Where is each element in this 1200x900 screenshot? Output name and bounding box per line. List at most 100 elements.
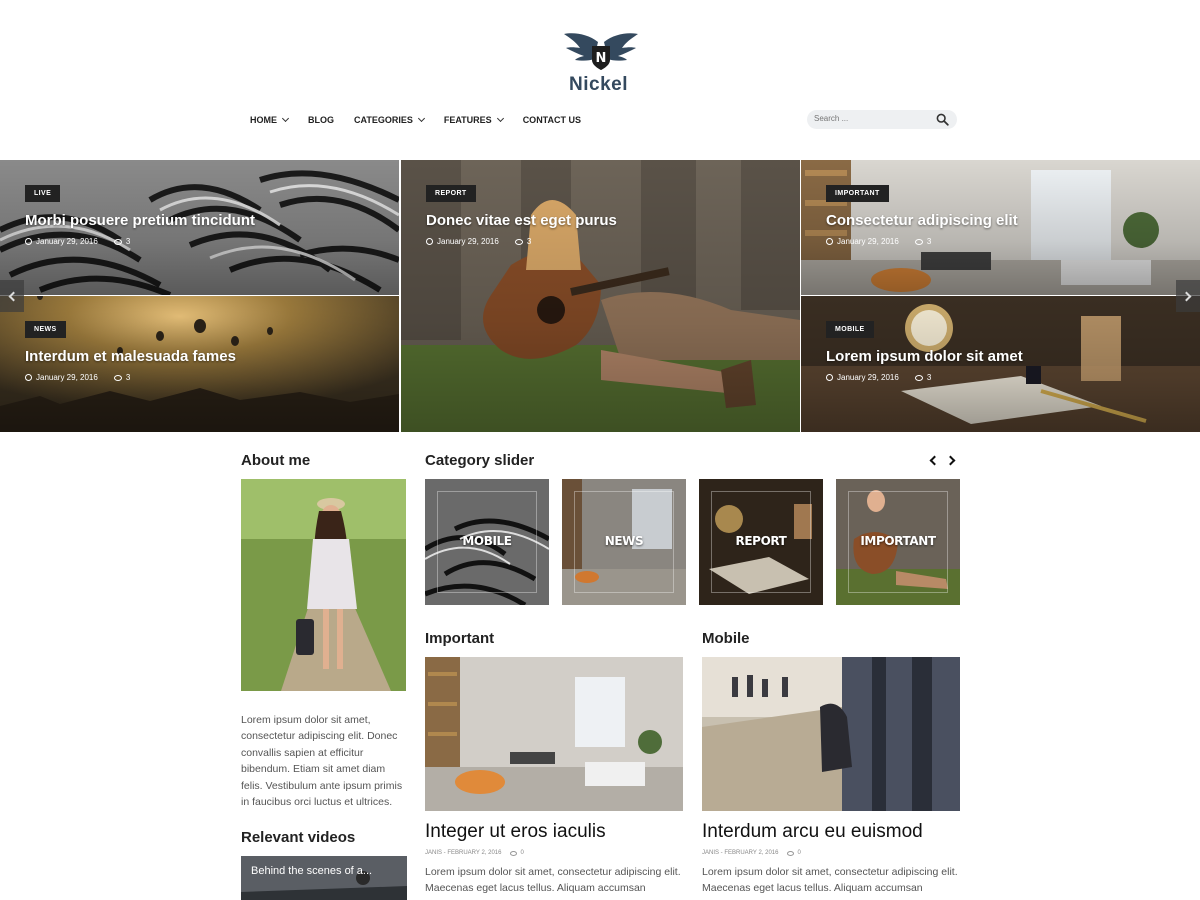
category-badge[interactable]: IMPORTANT xyxy=(826,185,889,202)
post-author-date: JANIS - FEBRUARY 2, 2016 xyxy=(702,850,779,856)
comment-icon xyxy=(113,238,122,245)
comment-count: 3 xyxy=(526,237,532,246)
search-input[interactable] xyxy=(814,114,932,123)
featured-post-tile[interactable]: MOBILE Lorem ipsum dolor sit amet Januar… xyxy=(801,296,1200,432)
chevron-down-icon xyxy=(281,114,290,123)
hero-prev-button[interactable] xyxy=(0,280,24,312)
category-label: IMPORTANT xyxy=(860,534,936,548)
clock-icon xyxy=(826,374,833,381)
video-thumbnail[interactable]: Behind the scenes of a... xyxy=(241,856,407,900)
nav-label: FEATURES xyxy=(443,115,492,125)
category-card-report[interactable]: REPORT xyxy=(699,479,823,605)
nav-label: CATEGORIES xyxy=(354,115,413,125)
nav-item-home[interactable]: HOME xyxy=(250,114,290,126)
post-meta: January 29, 2016 3 xyxy=(826,237,931,246)
videos-title: Relevant videos xyxy=(241,829,356,846)
comment-icon xyxy=(914,238,923,245)
category-badge[interactable]: REPORT xyxy=(426,185,476,202)
post-title[interactable]: Morbi posuere pretium tincidunt xyxy=(25,212,255,229)
section-heading-important: Important xyxy=(425,630,495,647)
comment-count: 3 xyxy=(125,237,131,246)
nav-item-blog[interactable]: BLOG xyxy=(308,114,334,126)
nav-label: HOME xyxy=(250,115,277,125)
winged-shield-icon: N xyxy=(564,33,638,70)
post-image[interactable] xyxy=(702,657,960,811)
chevron-down-icon xyxy=(417,114,425,123)
category-badge[interactable]: NEWS xyxy=(25,321,66,338)
comment-icon xyxy=(510,850,518,856)
chevron-down-icon xyxy=(496,114,504,123)
post-title[interactable]: Integer ut eros iaculis xyxy=(425,821,606,843)
post-meta: JANIS - FEBRUARY 2, 2016 0 xyxy=(425,850,524,856)
search-icon[interactable] xyxy=(936,113,949,126)
comment-count: 0 xyxy=(797,850,801,856)
post-date: January 29, 2016 xyxy=(837,373,899,382)
post-title[interactable]: Interdum et malesuada fames xyxy=(25,348,236,365)
category-badge[interactable]: MOBILE xyxy=(826,321,874,338)
category-label: MOBILE xyxy=(462,534,512,548)
site-name: Nickel xyxy=(569,74,628,95)
post-date: January 29, 2016 xyxy=(36,237,98,246)
main-nav: HOME BLOG CATEGORIES FEATURES CONTACT US xyxy=(250,114,601,126)
slider-controls xyxy=(928,454,958,468)
search-box xyxy=(807,110,957,129)
chevron-right-icon xyxy=(1181,291,1192,301)
chevron-left-icon xyxy=(8,291,19,301)
site-logo[interactable]: N Nickel xyxy=(560,30,640,95)
logo-letter: N xyxy=(596,51,607,66)
post-date: January 29, 2016 xyxy=(36,373,98,382)
comment-count: 0 xyxy=(520,850,524,856)
nav-label: CONTACT US xyxy=(522,115,582,125)
chevron-left-icon xyxy=(929,455,940,466)
post-date: January 29, 2016 xyxy=(437,237,499,246)
video-caption: Behind the scenes of a... xyxy=(251,865,373,877)
post-meta: JANIS - FEBRUARY 2, 2016 0 xyxy=(702,850,801,856)
category-label: REPORT xyxy=(735,534,787,548)
slider-next-button[interactable] xyxy=(945,454,958,468)
post-title[interactable]: Lorem ipsum dolor sit amet xyxy=(826,348,1023,365)
comment-icon xyxy=(514,238,523,245)
featured-post-tile[interactable]: REPORT Donec vitae est eget purus Januar… xyxy=(401,160,800,432)
category-card-news[interactable]: NEWS xyxy=(562,479,686,605)
featured-post-tile[interactable]: IMPORTANT Consectetur adipiscing elit Ja… xyxy=(801,160,1200,295)
comment-icon xyxy=(787,850,795,856)
comment-count: 3 xyxy=(926,373,932,382)
category-card-mobile[interactable]: MOBILE xyxy=(425,479,549,605)
nav-item-categories[interactable]: CATEGORIES xyxy=(354,114,425,126)
slider-prev-button[interactable] xyxy=(928,454,940,468)
comment-count: 3 xyxy=(926,237,932,246)
featured-post-tile[interactable]: NEWS Interdum et malesuada fames January… xyxy=(0,296,399,432)
post-title[interactable]: Donec vitae est eget purus xyxy=(426,212,617,229)
hero-next-button[interactable] xyxy=(1176,280,1200,312)
comment-count: 3 xyxy=(125,373,131,382)
post-excerpt: Lorem ipsum dolor sit amet, consectetur … xyxy=(425,866,681,895)
nav-item-contact[interactable]: CONTACT US xyxy=(523,114,581,126)
clock-icon xyxy=(25,238,32,245)
nav-label: BLOG xyxy=(308,115,334,125)
featured-post-tile[interactable]: LIVE Morbi posuere pretium tincidunt Jan… xyxy=(0,160,399,295)
post-meta: January 29, 2016 3 xyxy=(426,237,531,246)
clock-icon xyxy=(826,238,833,245)
featured-posts-grid: LIVE Morbi posuere pretium tincidunt Jan… xyxy=(0,160,1200,432)
post-title[interactable]: Interdum arcu eu euismod xyxy=(702,821,923,843)
post-meta: January 29, 2016 3 xyxy=(25,237,130,246)
about-title: About me xyxy=(241,452,311,469)
post-meta: January 29, 2016 3 xyxy=(826,373,931,382)
category-slider-title: Category slider xyxy=(425,452,535,469)
chevron-right-icon xyxy=(945,455,956,466)
about-photo xyxy=(241,479,406,691)
clock-icon xyxy=(426,238,433,245)
nav-item-features[interactable]: FEATURES xyxy=(443,114,504,126)
section-heading-mobile: Mobile xyxy=(702,630,750,647)
post-title[interactable]: Consectetur adipiscing elit xyxy=(826,212,1018,229)
post-image[interactable] xyxy=(425,657,683,811)
post-excerpt: Lorem ipsum dolor sit amet, consectetur … xyxy=(702,866,958,895)
category-card-important[interactable]: IMPORTANT xyxy=(836,479,960,605)
comment-icon xyxy=(914,374,923,381)
post-meta: January 29, 2016 3 xyxy=(25,373,130,382)
post-date: January 29, 2016 xyxy=(837,237,899,246)
category-badge[interactable]: LIVE xyxy=(25,185,61,202)
post-author-date: JANIS - FEBRUARY 2, 2016 xyxy=(425,850,502,856)
clock-icon xyxy=(25,374,32,381)
about-text: Lorem ipsum dolor sit amet, consectetur … xyxy=(241,714,403,809)
